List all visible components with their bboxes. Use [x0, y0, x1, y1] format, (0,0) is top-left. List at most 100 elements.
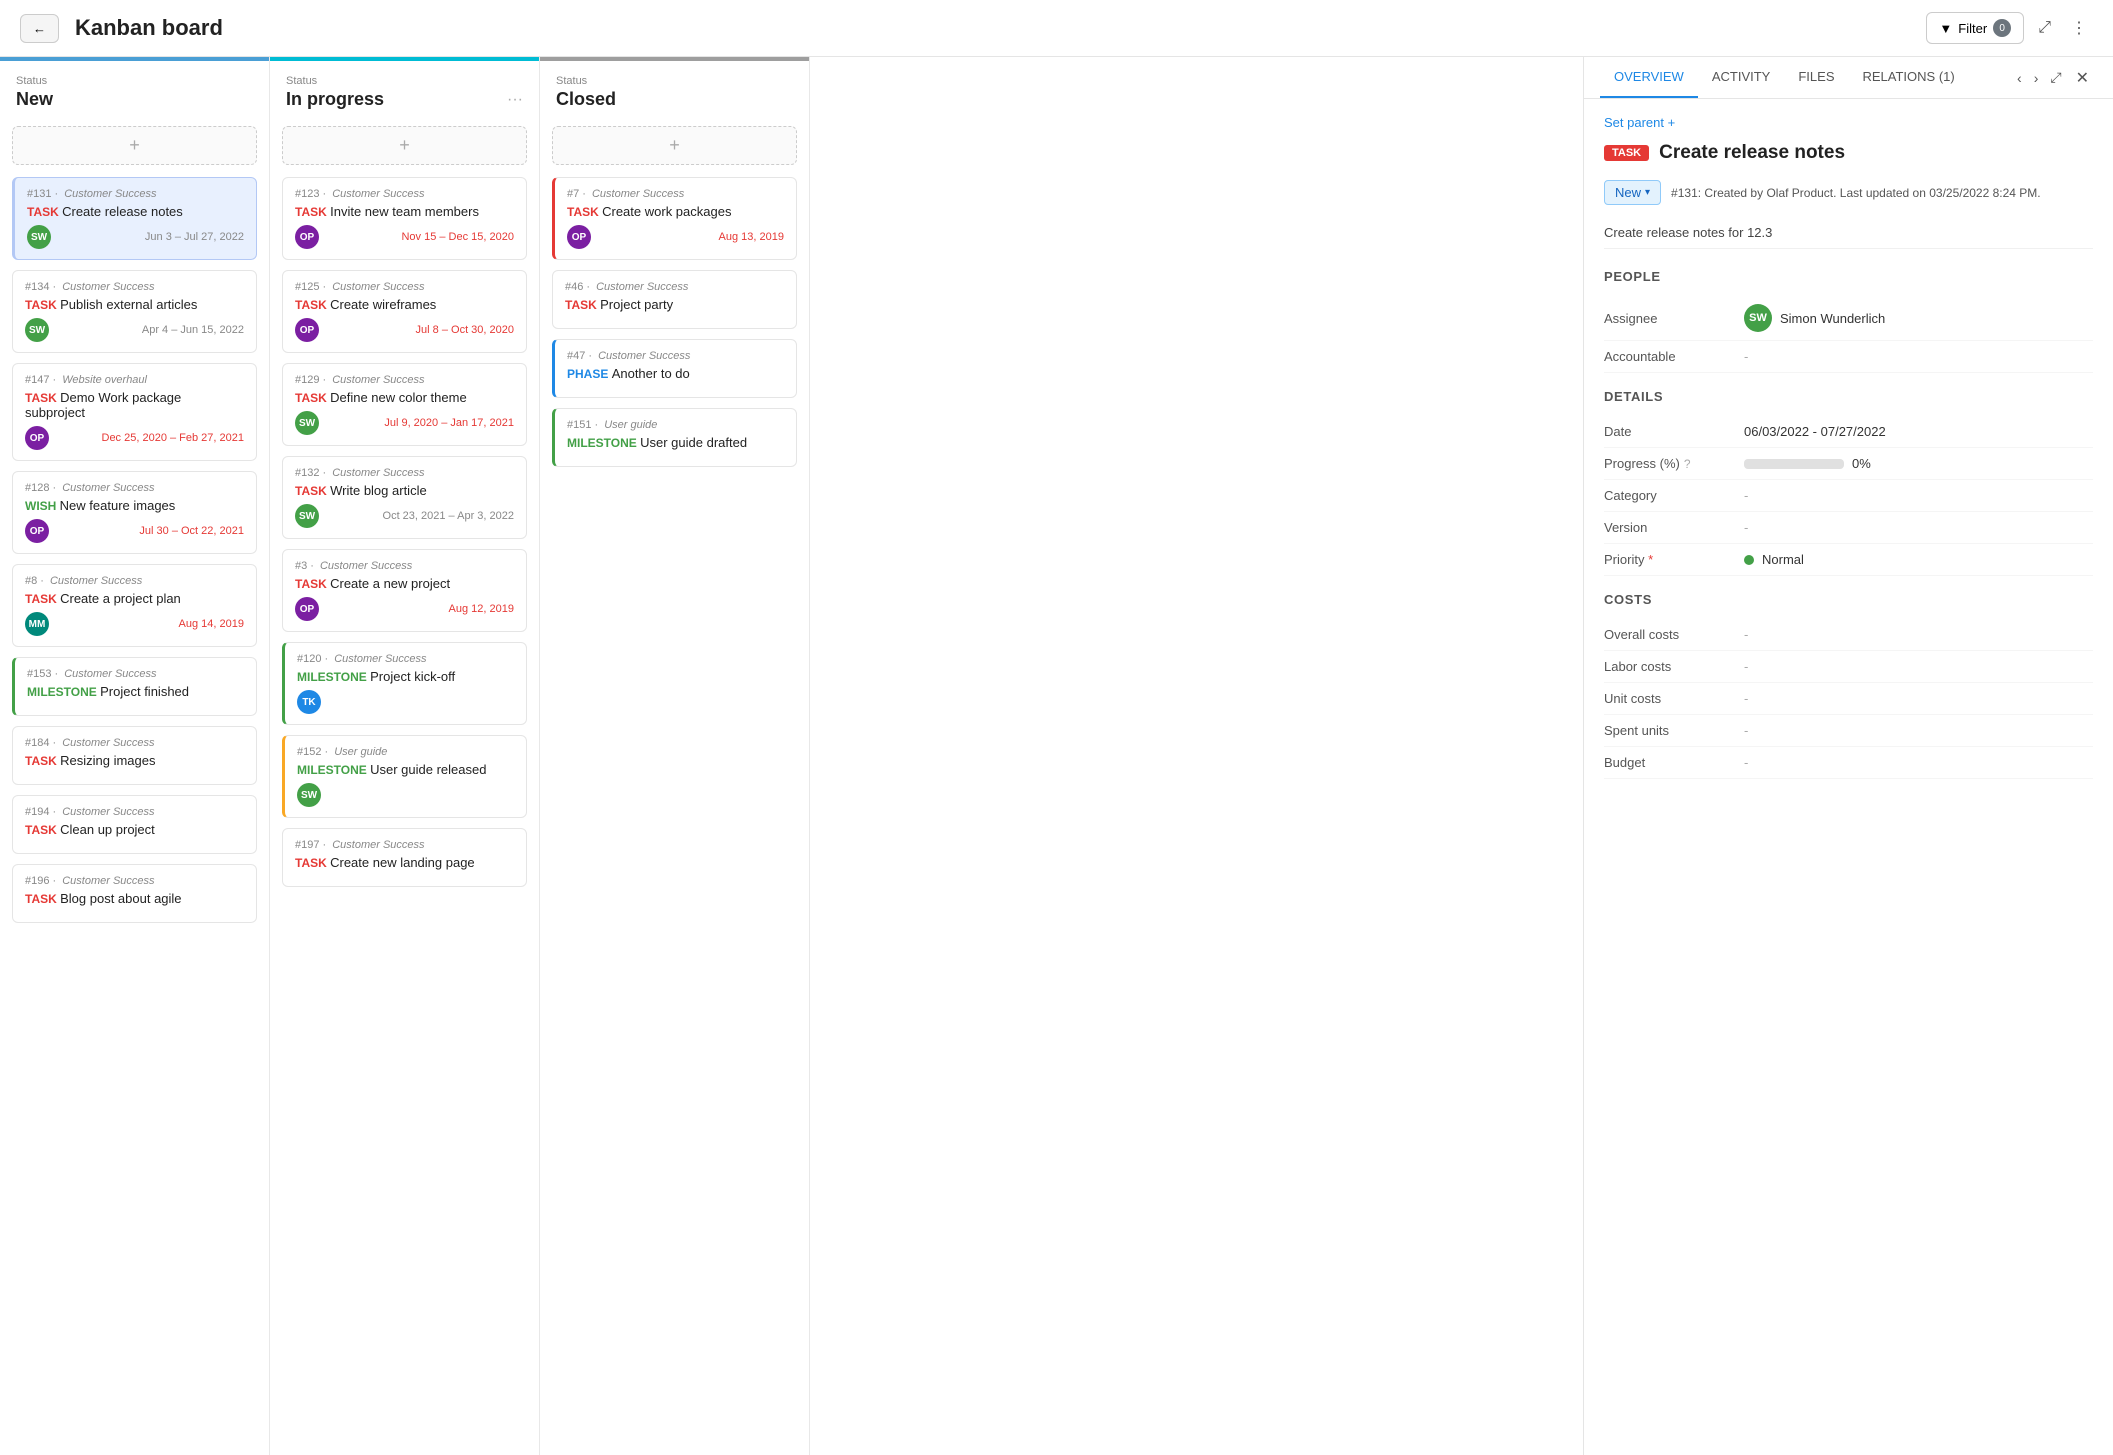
card-type-badge: TASK — [295, 391, 330, 405]
expand-panel-icon[interactable]: ⤢ — [2044, 61, 2067, 94]
card-title-row: MILESTONE Project kick-off — [297, 669, 514, 684]
detail-row-label: Budget — [1604, 755, 1734, 770]
cards-container-new: #131 ·Customer SuccessTASK Create releas… — [0, 173, 269, 1455]
card-category: Customer Success — [62, 737, 154, 749]
avatar: TK — [297, 690, 321, 714]
table-row[interactable]: #134 · Customer Success TASK Publish exter… — [12, 270, 257, 353]
card-top: #147 ·Website overhaul — [25, 374, 244, 386]
status-badge[interactable]: New▾ — [1604, 180, 1661, 205]
column-status-label: Status — [16, 75, 253, 87]
card-category: Customer Success — [332, 839, 424, 851]
table-row[interactable]: #196 ·Customer SuccessTASK Blog post abo… — [12, 864, 257, 923]
card-title-row: TASK Create new landing page — [295, 855, 514, 870]
table-row[interactable]: #7 ·Customer SuccessTASK Create work pac… — [552, 177, 797, 260]
avatar: OP — [295, 225, 319, 249]
add-card-button-closed[interactable]: + — [552, 126, 797, 165]
table-row[interactable]: #152 ·User guideMILESTONE User guide rel… — [282, 735, 527, 818]
card-footer: OPJul 8 – Oct 30, 2020 — [295, 318, 514, 342]
table-row[interactable]: #194 ·Customer SuccessTASK Clean up proj… — [12, 795, 257, 854]
header-actions: ▼ Filter 0 ⤢ ⋮ — [1926, 12, 2093, 44]
table-row[interactable]: #151 ·User guideMILESTONE User guide dra… — [552, 408, 797, 467]
table-row[interactable]: #153 ·Customer SuccessMILESTONE Project … — [12, 657, 257, 716]
detail-row-label: Labor costs — [1604, 659, 1734, 674]
progress-percent: 0% — [1852, 456, 1871, 471]
detail-row-accountable: Accountable- — [1604, 341, 2093, 373]
tab-prev-icon[interactable]: ‹ — [2011, 62, 2028, 94]
add-card-button-inprogress[interactable]: + — [282, 126, 527, 165]
detail-row-category: Category- — [1604, 480, 2093, 512]
detail-row-value: SWSimon Wunderlich — [1744, 304, 2093, 332]
card-top: #184 ·Customer Success — [25, 737, 244, 749]
table-row[interactable]: #132 ·Customer SuccessTASK Write blog ar… — [282, 456, 527, 539]
card-top: #125 ·Customer Success — [295, 281, 514, 293]
detail-row-value: - — [1744, 723, 2093, 738]
table-row[interactable]: #128 ·Customer SuccessWISH New feature i… — [12, 471, 257, 554]
column-header-row: In progress··· — [286, 89, 523, 110]
avatar: SW — [25, 318, 49, 342]
page-title: Kanban board — [75, 15, 1910, 41]
table-row[interactable]: #125 ·Customer SuccessTASK Create wirefr… — [282, 270, 527, 353]
detail-row-value: - — [1744, 691, 2093, 706]
card-type-badge: TASK — [295, 856, 330, 870]
card-title-text: Another to do — [612, 366, 690, 381]
card-category: Customer Success — [62, 281, 154, 293]
card-title-text: Create a new project — [330, 576, 450, 591]
progress-help-icon[interactable]: ? — [1684, 457, 1691, 471]
card-category: Customer Success — [62, 806, 154, 818]
more-options-button[interactable]: ⋮ — [2065, 12, 2093, 44]
card-title-text: User guide released — [370, 762, 486, 777]
tab-activity[interactable]: ACTIVITY — [1698, 57, 1785, 98]
column-header-inprogress: StatusIn progress··· — [270, 61, 539, 118]
card-id: #134 · — [25, 281, 56, 293]
card-top: #7 ·Customer Success — [567, 188, 784, 200]
detail-task-title: Create release notes — [1659, 142, 1845, 164]
card-top: #153 ·Customer Success — [27, 668, 244, 680]
set-parent-button[interactable]: Set parent + — [1604, 115, 2093, 130]
card-date: Aug 13, 2019 — [719, 231, 784, 243]
card-type-badge: TASK — [25, 823, 60, 837]
tab-files[interactable]: FILES — [1784, 57, 1848, 98]
card-title-row: TASK Create a new project — [295, 576, 514, 591]
table-row[interactable]: #184 ·Customer SuccessTASK Resizing imag… — [12, 726, 257, 785]
detail-row-assignee: Assignee SWSimon Wunderlich — [1604, 296, 2093, 341]
card-title-row: PHASE Another to do — [567, 366, 784, 381]
detail-row-label: Assignee — [1604, 311, 1734, 326]
detail-task-badge: TASK — [1604, 145, 1649, 161]
table-row[interactable]: #120 ·Customer SuccessMILESTONE Project … — [282, 642, 527, 725]
card-title-text: Clean up project — [60, 822, 155, 837]
table-row[interactable]: #197 ·Customer SuccessTASK Create new la… — [282, 828, 527, 887]
card-type-badge: TASK — [25, 754, 60, 768]
card-title-text: User guide drafted — [640, 435, 747, 450]
card-top: #196 ·Customer Success — [25, 875, 244, 887]
table-row[interactable]: #123 ·Customer SuccessTASK Invite new te… — [282, 177, 527, 260]
card-title-row: TASK Publish external articles — [25, 297, 244, 312]
column-menu-icon[interactable]: ··· — [507, 91, 523, 109]
card-footer: TK — [297, 690, 514, 714]
back-button[interactable]: ← — [20, 14, 59, 43]
column-new: Status New + #131 ·Customer SuccessTASK Cre… — [0, 57, 270, 1455]
table-row[interactable]: #8 ·Customer SuccessTASK Create a projec… — [12, 564, 257, 647]
table-row[interactable]: #131 ·Customer SuccessTASK Create releas… — [12, 177, 257, 260]
expand-button[interactable]: ⤢ — [2032, 13, 2057, 43]
table-row[interactable]: #46 ·Customer SuccessTASK Project party — [552, 270, 797, 329]
tab-overview[interactable]: OVERVIEW — [1600, 57, 1698, 98]
card-title-text: Invite new team members — [330, 204, 479, 219]
close-panel-icon[interactable]: ✕ — [2068, 60, 2097, 96]
column-inprogress: StatusIn progress··· + #123 ·Customer Succ… — [270, 57, 540, 1455]
add-card-button-new[interactable]: + — [12, 126, 257, 165]
table-row[interactable]: #3 ·Customer SuccessTASK Create a new pr… — [282, 549, 527, 632]
cards-container-closed: #7 ·Customer SuccessTASK Create work pac… — [540, 173, 809, 1455]
filter-button[interactable]: ▼ Filter 0 — [1926, 12, 2024, 44]
card-top: #132 ·Customer Success — [295, 467, 514, 479]
table-row[interactable]: #129 ·Customer SuccessTASK Define new co… — [282, 363, 527, 446]
table-row[interactable]: #47 ·Customer SuccessPHASE Another to do — [552, 339, 797, 398]
tab-relations----[interactable]: RELATIONS (1) — [1848, 57, 1968, 98]
table-row[interactable]: #147 ·Website overhaulTASK Demo Work pac… — [12, 363, 257, 461]
section-title-people: PEOPLE — [1604, 269, 2093, 284]
card-top: #131 ·Customer Success — [27, 188, 244, 200]
tab-next-icon[interactable]: › — [2028, 62, 2045, 94]
column-header-row: New — [16, 89, 253, 110]
card-title-text: New feature images — [60, 498, 176, 513]
card-date: Oct 23, 2021 – Apr 3, 2022 — [383, 510, 514, 522]
avatar: OP — [295, 318, 319, 342]
